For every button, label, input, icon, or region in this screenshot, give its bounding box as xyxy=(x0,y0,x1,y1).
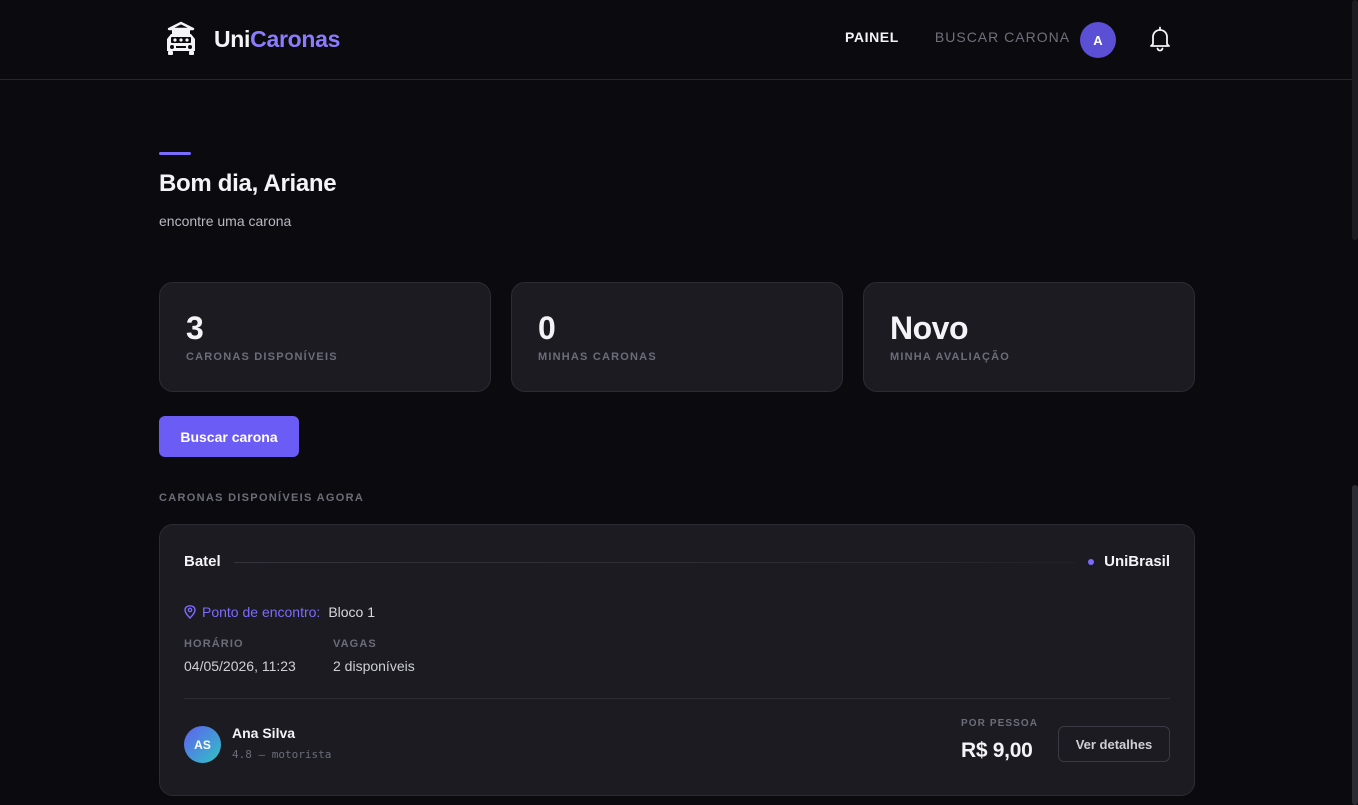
car-logo-icon xyxy=(167,21,195,55)
search-ride-button[interactable]: Buscar carona xyxy=(159,416,299,457)
brand-name: UniCaronas xyxy=(214,26,340,53)
ride-time-value: 04/05/2026, 11:23 xyxy=(184,658,296,674)
nav-link-painel[interactable]: PAINEL xyxy=(845,29,899,45)
route-destination: UniBrasil xyxy=(1076,553,1170,570)
driver-name: Ana Silva xyxy=(232,725,296,741)
page-scrollbar[interactable] xyxy=(1352,0,1358,805)
brand-name-part1: Uni xyxy=(214,25,251,52)
route-destination-label: UniBrasil xyxy=(1104,553,1170,570)
route-origin: Batel xyxy=(184,553,221,570)
destination-dot-icon xyxy=(1088,558,1095,565)
page-title: Bom dia, Ariane xyxy=(159,170,337,197)
brand-name-part2: Caronas xyxy=(250,25,341,52)
ride-time-label: HORÁRIO xyxy=(184,638,244,650)
scrollbar-track-top xyxy=(1352,0,1358,240)
driver-rating: 4.8 — motorista xyxy=(232,748,332,761)
stat-card-minhas-caronas: 0 MINHAS CARONAS xyxy=(511,282,843,392)
page-subtitle: encontre uma carona xyxy=(159,213,292,229)
stat-label: MINHA AVALIAÇÃO xyxy=(890,351,1011,363)
nav-link-buscar-carona[interactable]: BUSCAR CARONA xyxy=(935,29,1070,45)
stat-card-minha-avaliacao: Novo MINHA AVALIAÇÃO xyxy=(863,282,1195,392)
top-navbar: UniCaronas PAINEL BUSCAR CARONA A xyxy=(0,0,1358,80)
ride-seats-label: VAGAS xyxy=(333,638,377,650)
ride-seats: VAGAS 2 disponíveis xyxy=(333,638,415,674)
bell-icon[interactable] xyxy=(1148,26,1172,52)
driver-avatar: AS xyxy=(184,726,221,763)
price-value: R$ 9,00 xyxy=(961,739,1033,762)
price-label: POR PESSOA xyxy=(961,718,1039,729)
location-pin-icon xyxy=(184,605,196,619)
accent-divider xyxy=(159,152,191,155)
meeting-point: Ponto de encontro: Bloco 1 xyxy=(184,604,375,620)
main-nav: PAINEL BUSCAR CARONA xyxy=(845,29,1070,45)
scrollbar-thumb[interactable] xyxy=(1352,485,1358,805)
meeting-point-label: Ponto de encontro: xyxy=(202,604,321,620)
ride-card[interactable]: Batel UniBrasil Ponto de encontro: Bloco… xyxy=(159,524,1195,796)
stat-value: Novo xyxy=(890,310,969,346)
ride-seats-value: 2 disponíveis xyxy=(333,658,415,674)
card-divider xyxy=(184,698,1170,699)
stat-card-caronas-disponiveis: 3 CARONAS DISPONÍVEIS xyxy=(159,282,491,392)
ride-time: HORÁRIO 04/05/2026, 11:23 xyxy=(184,638,296,674)
stat-label: CARONAS DISPONÍVEIS xyxy=(186,351,338,363)
stat-value: 3 xyxy=(186,310,204,346)
meeting-point-value: Bloco 1 xyxy=(328,604,376,620)
stat-label: MINHAS CARONAS xyxy=(538,351,657,363)
user-avatar[interactable]: A xyxy=(1080,22,1116,58)
section-title: CARONAS DISPONÍVEIS AGORA xyxy=(159,492,365,504)
stat-value: 0 xyxy=(538,310,556,346)
route-line xyxy=(234,562,1174,563)
view-details-button[interactable]: Ver detalhes xyxy=(1058,726,1170,762)
brand[interactable]: UniCaronas xyxy=(160,18,340,60)
